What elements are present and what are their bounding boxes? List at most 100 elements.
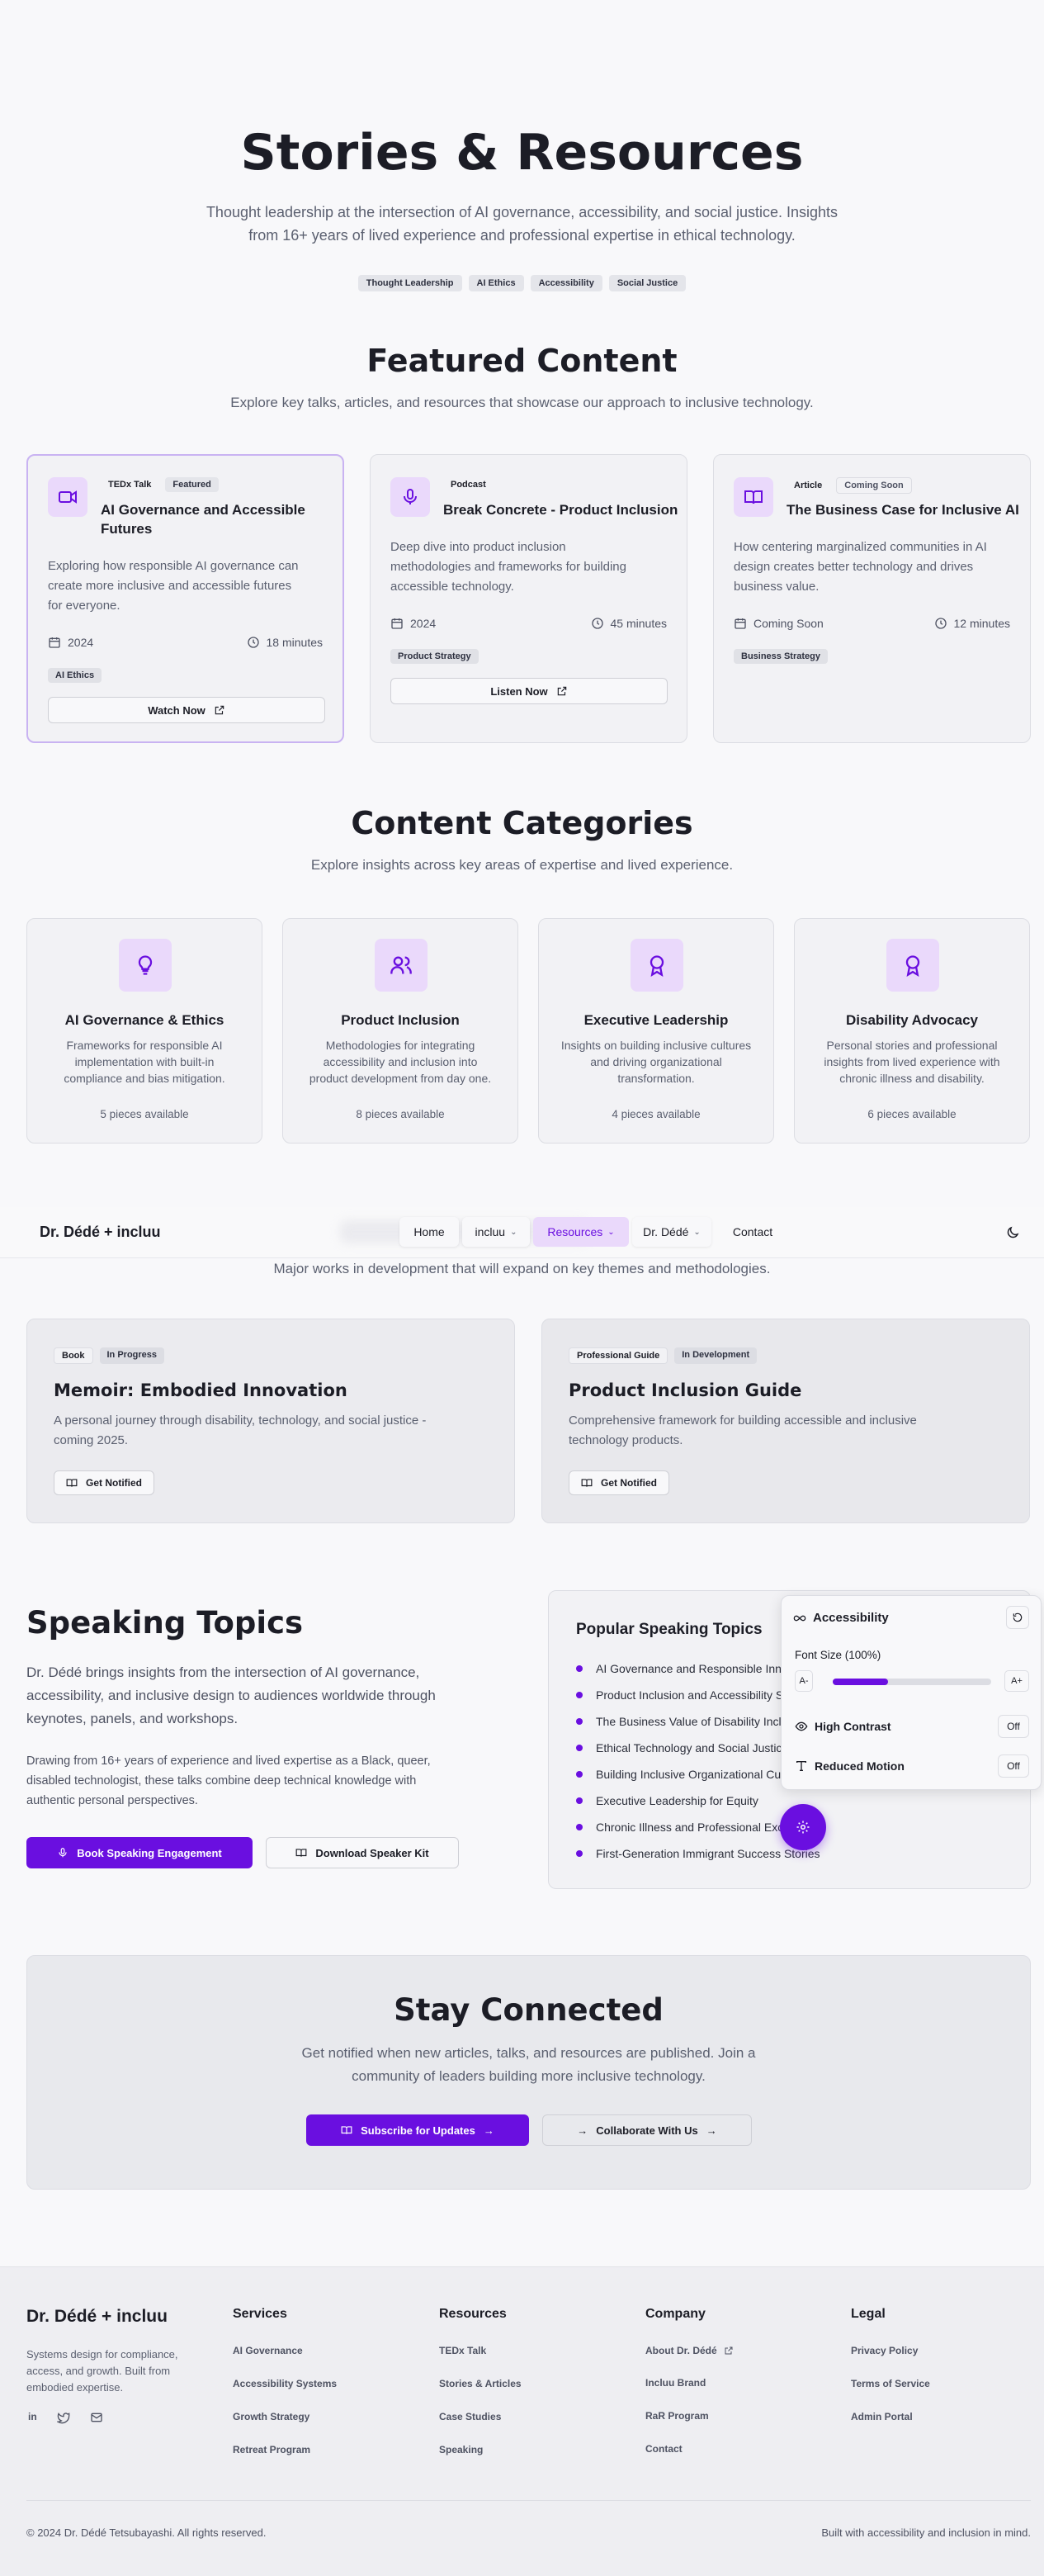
footer-link[interactable]: RaR Program (645, 2410, 734, 2422)
footer-link[interactable]: About Dr. Dédé (645, 2345, 734, 2356)
upcoming-card-guide[interactable]: Professional Guide In Development Produc… (541, 1319, 1030, 1523)
hero-tag: Accessibility (530, 275, 602, 291)
footer-link[interactable]: Accessibility Systems (233, 2378, 337, 2389)
twitter-icon[interactable] (56, 2411, 70, 2424)
footer-link[interactable]: Speaking (439, 2444, 522, 2455)
content-type: Professional Guide (569, 1347, 668, 1364)
coming-soon-badge: Coming Soon (836, 477, 912, 494)
topic-tag: AI Ethics (48, 668, 102, 683)
footer-link[interactable]: TEDx Talk (439, 2345, 522, 2356)
speaking-background: Drawing from 16+ years of experience and… (26, 1754, 431, 1807)
content-type: Book (54, 1347, 93, 1364)
hero-subtitle-2: from 16+ years of lived experience and p… (248, 227, 796, 244)
book-speaking-button[interactable]: Book Speaking Engagement (26, 1837, 253, 1868)
nav-resources[interactable]: Resources ⌄ (533, 1217, 629, 1247)
font-size-slider[interactable] (833, 1679, 991, 1685)
card-title: The Business Case for Inclusive AI (787, 502, 1019, 518)
footer-link[interactable]: Growth Strategy (233, 2411, 337, 2422)
upcoming-card-memoir[interactable]: Book In Progress Memoir: Embodied Innova… (26, 1319, 515, 1523)
collaborate-button[interactable]: → Collaborate With Us → (542, 2114, 752, 2146)
book-open-icon (295, 1849, 307, 1857)
reduced-motion-toggle[interactable]: Off (998, 1754, 1029, 1778)
linkedin-icon[interactable]: in (28, 2411, 37, 2424)
external-link-icon (725, 2346, 733, 2355)
featured-subtitle: Explore key talks, articles, and resourc… (230, 395, 814, 410)
chevron-down-icon: ⌄ (693, 1227, 701, 1237)
video-icon (48, 477, 87, 517)
list-item: First-Generation Immigrant Success Stori… (576, 1840, 820, 1867)
subscribe-button[interactable]: Subscribe for Updates → (306, 2114, 529, 2146)
footer-link[interactable]: Contact (645, 2443, 734, 2455)
nav-home[interactable]: Home (399, 1217, 459, 1247)
footer-link[interactable]: Incluu Brand (645, 2377, 734, 2389)
footer-link[interactable]: Privacy Policy (851, 2345, 930, 2356)
listen-now-button[interactable]: Listen Now (390, 678, 668, 704)
top-nav: Dr. Dédé + incluu Home incluu ⌄ Resources… (0, 1207, 1044, 1258)
upcoming-subtitle: Major works in development that will exp… (273, 1261, 771, 1276)
reset-icon[interactable] (1006, 1606, 1029, 1629)
award-icon (631, 939, 683, 992)
reduced-motion-label: Reduced Motion (815, 1759, 905, 1773)
topic-tag: Product Strategy (390, 649, 479, 664)
external-link-icon (557, 686, 566, 696)
text-icon (796, 1761, 806, 1771)
get-notified-button[interactable]: Get Notified (569, 1470, 669, 1495)
card-year: 2024 (48, 636, 93, 649)
eye-icon (795, 1721, 808, 1731)
calendar-icon (391, 618, 403, 629)
footer-link[interactable]: AI Governance (233, 2345, 337, 2356)
card-description: Deep dive into product inclusion methodol… (390, 540, 626, 594)
categories-subtitle: Explore insights across key areas of exp… (310, 857, 734, 873)
accessibility-title: Accessibility (813, 1611, 889, 1625)
moon-icon[interactable] (1005, 1225, 1020, 1240)
nav-incluu[interactable]: incluu ⌄ (462, 1217, 530, 1247)
high-contrast-toggle[interactable]: Off (998, 1715, 1029, 1738)
featured-card-tedx[interactable]: TEDx Talk Featured AI Governance and Acc… (26, 454, 344, 743)
stay-connected-section: Stay Connected Get notified when new art… (26, 1955, 1031, 2190)
chevron-down-icon: ⌄ (607, 1227, 615, 1237)
category-card-executive-leadership[interactable]: Executive Leadership Insights on buildin… (538, 918, 774, 1144)
brand-logo[interactable]: Dr. Dédé + incluu (40, 1224, 161, 1241)
calendar-icon (735, 618, 746, 629)
featured-card-podcast[interactable]: Podcast Break Concrete - Product Inclusi… (370, 454, 687, 743)
get-notified-button[interactable]: Get Notified (54, 1470, 154, 1495)
card-title: Product Inclusion Guide (569, 1380, 802, 1400)
featured-card-article[interactable]: Article Coming Soon The Business Case fo… (713, 454, 1031, 743)
card-duration: 18 minutes (247, 636, 323, 649)
footer-link[interactable]: Case Studies (439, 2411, 522, 2422)
category-title: Disability Advocacy (846, 1012, 978, 1028)
stay-connected-text: Get notified when new articles, talks, a… (301, 2045, 756, 2084)
list-item: Executive Leadership for Equity (576, 1788, 820, 1814)
card-title: AI Governance and Accessible Futures (101, 502, 305, 537)
footer-col-resources: Resources TEDx Talk Stories & Articles C… (439, 2307, 522, 2455)
footer-col-services: Services AI Governance Accessibility Sys… (233, 2307, 338, 2455)
category-count: 6 pieces available (867, 1108, 957, 1120)
status-badge: In Progress (99, 1347, 165, 1364)
font-decrease-button[interactable]: A- (795, 1670, 813, 1692)
download-speaker-kit-button[interactable]: Download Speaker Kit (266, 1837, 459, 1868)
category-description: Frameworks for responsible AI implementat… (64, 1039, 225, 1085)
category-card-product-inclusion[interactable]: Product Inclusion Methodologies for inte… (282, 918, 518, 1144)
category-card-ai-governance[interactable]: AI Governance & Ethics Frameworks for re… (26, 918, 262, 1144)
clock-icon (934, 618, 947, 629)
footer-link[interactable]: Stories & Articles (439, 2378, 522, 2389)
book-open-icon (66, 1479, 78, 1487)
microphone-icon (59, 1848, 67, 1858)
footer-col-company: Company About Dr. Dédé Incluu Brand RaR … (645, 2307, 734, 2455)
footer-link[interactable]: Terms of Service (851, 2378, 930, 2389)
footer-link[interactable]: Admin Portal (851, 2411, 930, 2422)
font-increase-button[interactable]: A+ (1004, 1670, 1029, 1692)
gear-icon (796, 1821, 810, 1834)
accessibility-fab[interactable] (780, 1804, 826, 1850)
topic-tag: Business Strategy (734, 649, 828, 664)
nav-contact[interactable]: Contact (720, 1217, 786, 1247)
users-icon (375, 939, 428, 992)
footer-link[interactable]: Retreat Program (233, 2444, 337, 2455)
card-title: Break Concrete - Product Inclusion (443, 502, 678, 518)
nav-dr-dede[interactable]: Dr. Dédé ⌄ (632, 1217, 711, 1247)
external-link-icon (215, 705, 224, 715)
mail-icon[interactable] (90, 2411, 103, 2424)
chevron-down-icon: ⌄ (510, 1227, 517, 1237)
watch-now-button[interactable]: Watch Now (48, 697, 325, 723)
category-card-disability-advocacy[interactable]: Disability Advocacy Personal stories and… (794, 918, 1030, 1144)
